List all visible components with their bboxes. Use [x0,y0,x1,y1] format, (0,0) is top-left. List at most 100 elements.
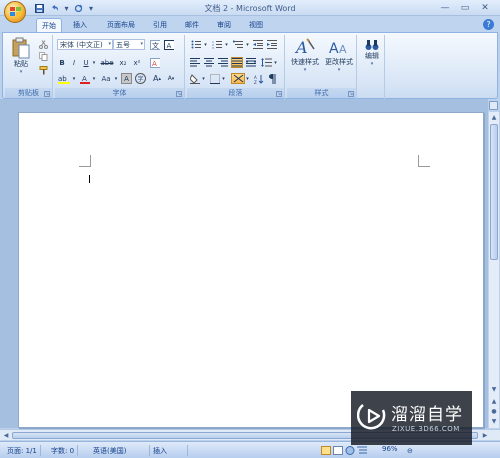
subscript-button[interactable]: x₂ [117,57,129,68]
underline-button[interactable]: U [81,57,91,68]
ruler-toggle-icon[interactable] [489,101,498,110]
highlight-icon[interactable]: ab [57,73,71,84]
enclose-char-button[interactable]: 字 [135,73,146,84]
font-size-dropdown-icon[interactable]: ▾ [140,41,143,47]
italic-button[interactable]: I [69,57,79,68]
editing-button[interactable]: 编辑 ▾ [361,39,383,67]
multilevel-dropdown-icon[interactable]: ▾ [245,39,250,50]
next-page-icon[interactable]: ▼ [489,416,499,426]
status-word-count[interactable]: 字数: 0 [48,445,79,456]
tab-page-layout[interactable]: 页面布局 [100,18,142,32]
tab-references[interactable]: 引用 [148,18,172,32]
close-icon[interactable]: ✕ [476,1,494,14]
bullets-icon[interactable] [189,39,203,50]
scroll-thumb[interactable] [490,124,498,260]
office-logo-icon [10,7,21,17]
previous-page-icon[interactable]: ▲ [489,396,499,406]
undo-dropdown-icon[interactable]: ▾ [64,3,69,14]
svg-text:3: 3 [212,46,214,49]
status-language[interactable]: 英语(美国) [90,445,150,456]
zoom-level[interactable]: 96% [382,445,398,453]
font-color-icon[interactable]: A [79,73,91,84]
font-size-combo[interactable]: 五号 ▾ [113,39,145,50]
vertical-scrollbar[interactable]: ▲ ▼ ▲ ● ▼ [488,112,499,428]
minimize-icon[interactable]: — [436,1,454,14]
line-spacing-icon[interactable] [259,57,273,68]
tab-view[interactable]: 视图 [244,18,268,32]
copy-icon[interactable] [37,51,49,62]
save-icon[interactable] [34,3,45,14]
change-case-button[interactable]: Aa [99,73,113,84]
show-marks-icon[interactable] [267,73,279,84]
tab-insert[interactable]: 插入 [68,18,92,32]
scroll-down-icon[interactable]: ▼ [489,384,499,394]
editing-dropdown-icon: ▾ [370,61,374,67]
chinese-layout-icon[interactable] [231,73,245,84]
char-shading-button[interactable]: A [121,73,132,84]
select-browse-object-icon[interactable]: ● [489,406,499,416]
clipboard-dialog-launcher[interactable]: ↘ [44,91,50,97]
customize-icon[interactable]: ▾ [88,3,94,14]
strikethrough-button[interactable]: abe [99,57,115,68]
change-case-dropdown-icon[interactable]: ▾ [113,73,119,84]
tab-mailings[interactable]: 邮件 [180,18,204,32]
zoom-out-icon[interactable]: ⊖ [404,445,416,456]
font-color-dropdown-icon[interactable]: ▾ [91,73,97,84]
shading-icon[interactable] [189,73,201,84]
superscript-button[interactable]: x² [131,57,143,68]
align-right-icon[interactable] [217,57,229,68]
office-button[interactable] [4,1,26,23]
help-icon[interactable]: ? [483,19,494,30]
redo-icon[interactable] [73,3,84,14]
scroll-up-icon[interactable]: ▲ [489,112,499,122]
clipboard-group: 粘贴 ▾ 剪贴板 ↘ [5,35,53,99]
maximize-icon[interactable]: ▭ [456,1,474,14]
tab-review[interactable]: 审阅 [212,18,236,32]
paragraph-group: ▾ 123 ▾ ▾ ▾ ▾ ▾ ▾ A Z 段落 ↘ [187,35,285,99]
scroll-right-icon[interactable]: ▶ [480,430,490,440]
numbering-icon[interactable]: 123 [210,39,224,50]
align-left-icon[interactable] [189,57,201,68]
tab-home[interactable]: 开始 [36,18,62,32]
status-insert-mode[interactable]: 插入 [150,445,188,456]
cut-icon[interactable] [37,39,49,50]
view-outline-icon[interactable] [354,445,370,456]
change-styles-button[interactable]: AA 更改样式 ▾ [323,37,355,73]
numbering-dropdown-icon[interactable]: ▾ [224,39,229,50]
styles-dialog-launcher[interactable]: ↘ [348,91,354,97]
clear-formatting-icon[interactable]: A [149,57,161,68]
distributed-icon[interactable] [245,57,257,68]
paragraph-dialog-launcher[interactable]: ↘ [276,91,282,97]
site-watermark: 溜溜自学 ZIXUE.3D66.COM [351,391,472,445]
paste-button[interactable]: 粘贴 ▾ [10,37,32,75]
multilevel-list-icon[interactable] [231,39,245,50]
format-painter-icon[interactable] [37,65,49,76]
shrink-font-button[interactable]: A ▾ [165,73,177,84]
font-name-combo[interactable]: 宋体 (中文正) ▾ [57,39,113,50]
char-border-icon[interactable]: A [163,39,175,50]
shading-dropdown-icon[interactable]: ▾ [201,73,206,84]
line-spacing-dropdown-icon[interactable]: ▾ [273,57,278,68]
chinese-layout-dropdown-icon[interactable]: ▾ [245,73,250,84]
undo-icon[interactable] [49,3,60,14]
decrease-indent-icon[interactable] [252,39,264,50]
highlight-dropdown-icon[interactable]: ▾ [71,73,77,84]
font-dialog-launcher[interactable]: ↘ [176,91,182,97]
justify-icon[interactable] [231,57,243,68]
bold-button[interactable]: B [57,57,67,68]
underline-dropdown-icon[interactable]: ▾ [91,57,97,68]
sort-icon[interactable]: AZ [253,73,265,84]
margin-corner-top-left [79,155,91,167]
increase-indent-icon[interactable] [266,39,278,50]
scroll-left-icon[interactable]: ◀ [1,430,11,440]
grow-font-button[interactable]: A ▴ [151,73,163,84]
quick-styles-button[interactable]: A 快速样式 ▾ [289,37,321,73]
font-name-dropdown-icon[interactable]: ▾ [108,41,111,47]
borders-icon[interactable] [209,73,221,84]
document-page[interactable] [18,112,484,428]
bullets-dropdown-icon[interactable]: ▾ [203,39,208,50]
status-page[interactable]: 页面: 1/1 [4,445,41,456]
wen-pinyin-icon[interactable]: 文 [149,39,161,50]
align-center-icon[interactable] [203,57,215,68]
borders-dropdown-icon[interactable]: ▾ [221,73,226,84]
